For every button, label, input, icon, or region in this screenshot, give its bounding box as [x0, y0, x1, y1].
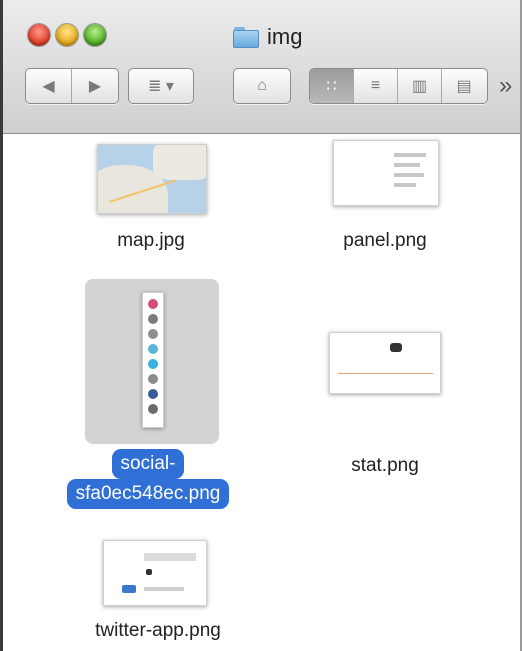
zoom-window-button[interactable] [84, 24, 106, 46]
file-thumbnail [329, 332, 441, 394]
action-button-group: ⌂ [233, 68, 291, 104]
toolbar-area: img ◀ ▶ ≣ ▾ ⌂ ∷ ≡ ▥ ▤ » [3, 0, 520, 134]
minimize-window-button[interactable] [56, 24, 78, 46]
file-thumbnail [97, 144, 207, 214]
file-label: twitter-app.png [95, 620, 221, 641]
file-label-line1: social- [111, 449, 185, 479]
nav-button-group: ◀ ▶ [25, 68, 119, 104]
file-thumbnail [103, 540, 207, 606]
window-title: img [267, 24, 303, 49]
file-label: panel.png [343, 230, 427, 251]
file-label: map.jpg [117, 230, 185, 251]
file-thumbnail [142, 292, 164, 428]
view-mode-group: ∷ ≡ ▥ ▤ [309, 68, 488, 104]
new-folder-button[interactable]: ⌂ [234, 69, 290, 103]
list-view-button[interactable]: ≡ [354, 69, 398, 103]
finder-window: img ◀ ▶ ≣ ▾ ⌂ ∷ ≡ ▥ ▤ » map.jpg panel.pn… [0, 0, 522, 651]
toolbar-overflow-button[interactable]: » [499, 72, 512, 100]
coverflow-view-button[interactable]: ▤ [442, 69, 486, 103]
file-label: stat.png [351, 455, 419, 476]
file-thumbnail [333, 140, 439, 206]
window-title-area: img [233, 22, 302, 52]
arrange-button-group: ≣ ▾ [128, 68, 194, 104]
column-view-button[interactable]: ▥ [398, 69, 442, 103]
arrange-button[interactable]: ≣ ▾ [129, 69, 193, 103]
close-window-button[interactable] [28, 24, 50, 46]
folder-icon [233, 26, 259, 48]
back-button[interactable]: ◀ [26, 69, 72, 103]
file-label-selected: social- sfa0ec548ec.png [43, 449, 253, 509]
file-label-line2: sfa0ec548ec.png [66, 479, 230, 509]
icon-view-button[interactable]: ∷ [310, 69, 354, 103]
forward-button[interactable]: ▶ [72, 69, 118, 103]
